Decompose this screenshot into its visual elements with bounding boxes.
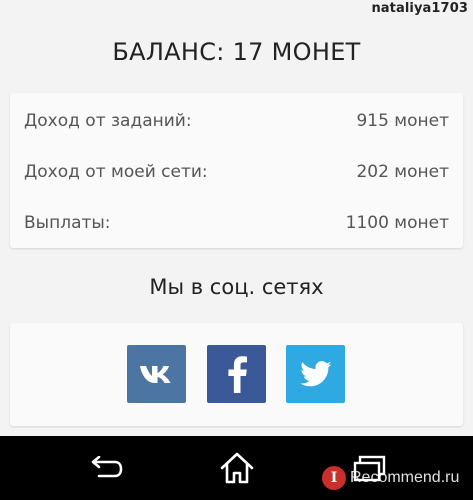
vk-button[interactable]	[127, 345, 186, 403]
stat-row-tasks-income: Доход от заданий: 915 монет	[24, 109, 449, 133]
stat-label: Доход от заданий:	[24, 111, 192, 131]
home-button[interactable]	[217, 450, 257, 486]
twitter-button[interactable]	[286, 345, 345, 403]
stat-label: Доход от моей сети:	[24, 162, 208, 182]
stat-value: 915 монет	[356, 111, 449, 131]
stat-row-network-income: Доход от моей сети: 202 монет	[24, 160, 449, 184]
recommend-watermark: I Recommend.ru	[322, 464, 459, 492]
facebook-icon	[227, 356, 247, 393]
back-icon	[91, 456, 123, 478]
back-button[interactable]	[86, 450, 126, 486]
watermark-text: Recommend.ru	[350, 469, 460, 486]
username: nataliya1703	[371, 1, 468, 16]
stat-value: 1100 монет	[345, 213, 449, 233]
twitter-icon	[299, 360, 331, 386]
social-card	[10, 323, 463, 426]
app-screen: nataliya1703 БАЛАНС: 17 МОНЕТ Доход от з…	[0, 0, 473, 500]
recommend-logo: I	[322, 466, 346, 490]
stat-row-payouts: Выплаты: 1100 монет	[24, 211, 449, 235]
home-icon	[220, 452, 254, 484]
social-section-title: Мы в соц. сетях	[149, 275, 324, 299]
income-card: Доход от заданий: 915 монет Доход от мое…	[10, 93, 463, 248]
balance-title: БАЛАНС: 17 МОНЕТ	[112, 38, 361, 66]
vk-icon	[139, 366, 170, 383]
facebook-button[interactable]	[207, 345, 266, 403]
stat-value: 202 монет	[356, 162, 449, 182]
stat-label: Выплаты:	[24, 213, 111, 233]
